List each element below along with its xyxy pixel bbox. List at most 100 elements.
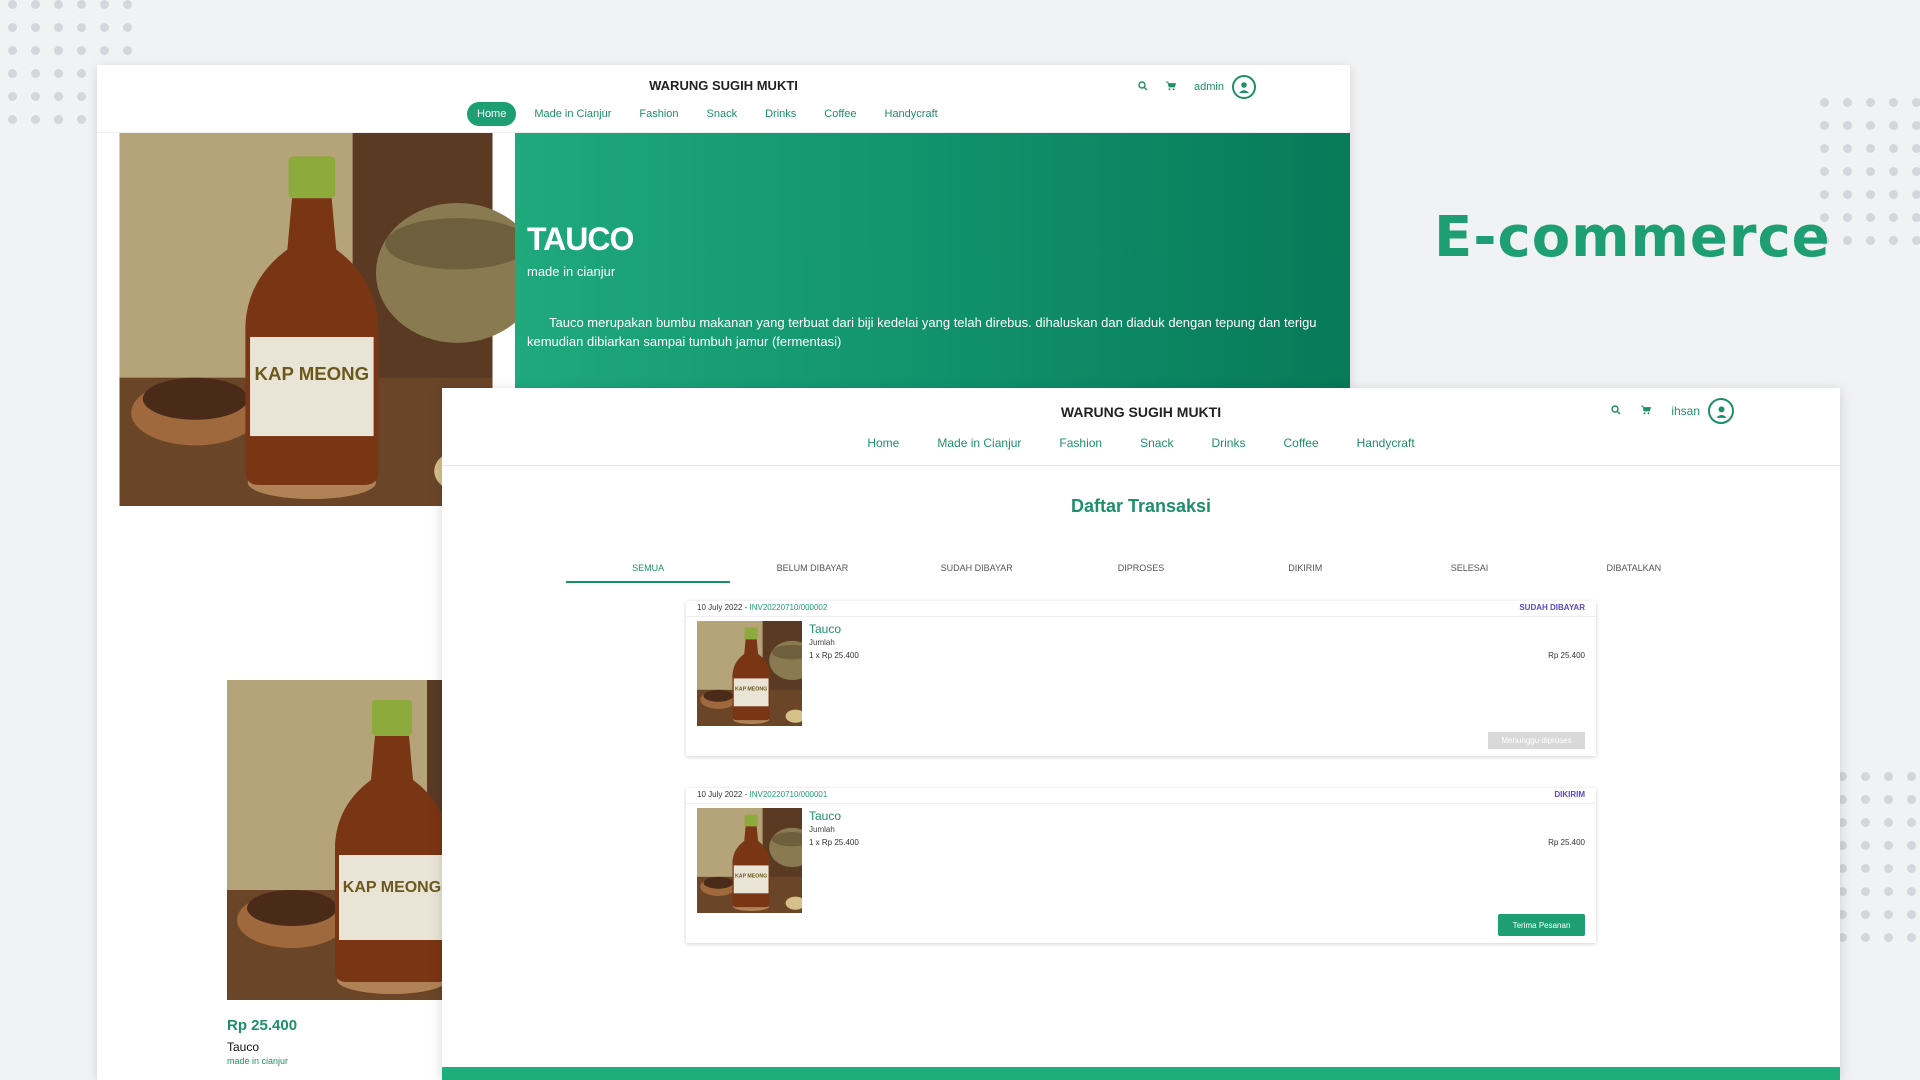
dot (1884, 841, 1893, 850)
dot (54, 23, 63, 32)
nav-snack[interactable]: Snack (1140, 436, 1173, 450)
tab-sudah-dibayar[interactable]: SUDAH DIBAYAR (895, 557, 1059, 583)
user-menu[interactable]: admin (1194, 75, 1256, 99)
dot (1912, 98, 1920, 107)
tab-dikirim[interactable]: DIKIRIM (1223, 557, 1387, 583)
order-product-image (697, 621, 802, 726)
dot (1907, 795, 1916, 804)
hero-subtitle: made in cianjur (527, 264, 616, 279)
order-qty-label: Jumlah (809, 638, 835, 647)
dot (1912, 144, 1920, 153)
order-date: 10 July 2022 - (697, 790, 750, 799)
dot (8, 0, 17, 9)
dot (1820, 167, 1829, 176)
footer-bar (442, 1067, 1840, 1080)
dot (54, 69, 63, 78)
dot (77, 23, 86, 32)
search-icon[interactable] (1611, 404, 1621, 418)
nav-snack[interactable]: Snack (697, 102, 748, 126)
dot (1861, 772, 1870, 781)
nav-handycraft[interactable]: Handycraft (875, 102, 948, 126)
dot (8, 69, 17, 78)
order-product-name[interactable]: Tauco (809, 622, 841, 636)
divider (686, 616, 1596, 617)
page-title: Daftar Transaksi (1070, 496, 1212, 516)
dot (77, 115, 86, 124)
dot (1907, 887, 1916, 896)
waiting-button[interactable]: Menunggu diproses (1488, 732, 1585, 749)
nav-drinks[interactable]: Drinks (1211, 436, 1245, 450)
dot (1866, 98, 1875, 107)
hero-description: Tauco merupakan bumbu makanan yang terbu… (527, 315, 1317, 349)
dot (31, 46, 40, 55)
user-menu[interactable]: ihsan (1671, 398, 1734, 424)
nav-home[interactable]: Home (867, 436, 899, 450)
dot (1889, 121, 1898, 130)
search-icon[interactable] (1138, 80, 1148, 94)
dot (1861, 910, 1870, 919)
product-origin: made in cianjur (227, 1056, 289, 1066)
dot (1820, 144, 1829, 153)
dot (77, 92, 86, 101)
tab-selesai[interactable]: SELESAI (1387, 557, 1551, 583)
dot (31, 92, 40, 101)
order-invoice[interactable]: INV20220710/000001 (749, 790, 827, 799)
dot (1843, 190, 1852, 199)
dot (8, 23, 17, 32)
nav-drinks[interactable]: Drinks (755, 102, 806, 126)
nav-fashion[interactable]: Fashion (1059, 436, 1102, 450)
dot (1907, 864, 1916, 873)
tab-dibatalkan[interactable]: DIBATALKAN (1552, 557, 1716, 583)
dot (1861, 864, 1870, 873)
order-status: SUDAH DIBAYAR (1519, 603, 1585, 612)
nav-made-in-cianjur[interactable]: Made in Cianjur (524, 102, 621, 126)
dot (1861, 933, 1870, 942)
product-price: Rp 25.400 (227, 1017, 298, 1034)
nav-home[interactable]: Home (467, 102, 517, 126)
dot (1820, 121, 1829, 130)
nav-handycraft[interactable]: Handycraft (1357, 436, 1415, 450)
dot (1861, 795, 1870, 804)
dot (1907, 933, 1916, 942)
dot (1907, 841, 1916, 850)
order-product-name[interactable]: Tauco (809, 809, 841, 823)
dot (1843, 98, 1852, 107)
transactions-screenshot: WARUNG SUGIH MUKTI ihsan Home Made in Ci… (442, 388, 1840, 1080)
dot (8, 46, 17, 55)
dot (31, 0, 40, 9)
receive-order-button[interactable]: Terima Pesanan (1498, 914, 1585, 936)
dot (31, 115, 40, 124)
page-heading: E-commerce (1434, 205, 1831, 270)
dot (54, 46, 63, 55)
order-invoice[interactable]: INV20220710/000002 (749, 603, 827, 612)
order-total: Rp 25.400 (1548, 651, 1585, 660)
main-nav: Home Made in Cianjur Fashion Snack Drink… (442, 436, 1840, 450)
nav-coffee[interactable]: Coffee (1283, 436, 1318, 450)
order-qty: 1 x Rp 25.400 (809, 838, 859, 847)
dot (1907, 818, 1916, 827)
tab-semua[interactable]: SEMUA (566, 557, 731, 583)
cart-icon[interactable] (1641, 404, 1652, 418)
header-actions: admin (1138, 75, 1256, 99)
product-name[interactable]: Tauco (227, 1040, 259, 1054)
nav-fashion[interactable]: Fashion (629, 102, 688, 126)
tab-diproses[interactable]: DIPROSES (1059, 557, 1223, 583)
order-qty-label: Jumlah (809, 825, 835, 834)
dot (54, 0, 63, 9)
hero-title: TAUCO (527, 221, 634, 257)
tab-belum-dibayar[interactable]: BELUM DIBAYAR (730, 557, 894, 583)
dot (1866, 167, 1875, 176)
dot (54, 92, 63, 101)
dot (77, 0, 86, 9)
decorative-dots (1838, 772, 1920, 942)
dot (1843, 144, 1852, 153)
dot (1843, 121, 1852, 130)
header: WARUNG SUGIH MUKTI ihsan Home Made in Ci… (442, 388, 1840, 466)
nav-made-in-cianjur[interactable]: Made in Cianjur (937, 436, 1021, 450)
order-card: 10 July 2022 - INV20220710/000002 SUDAH … (686, 601, 1596, 756)
dot (1907, 910, 1916, 919)
cart-icon[interactable] (1166, 81, 1177, 94)
dot (1884, 864, 1893, 873)
dot (1866, 236, 1875, 245)
nav-coffee[interactable]: Coffee (814, 102, 866, 126)
